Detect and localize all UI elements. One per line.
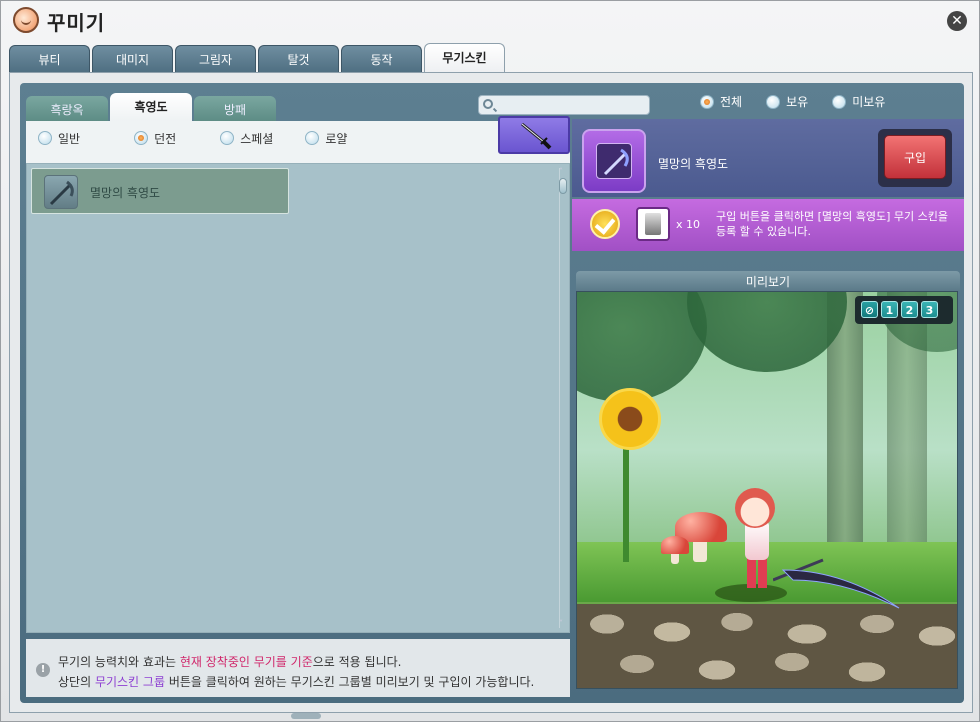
sunflower	[599, 388, 661, 450]
skin-list: 멸망의 흑영도 ˄ ˅	[26, 163, 570, 633]
filter-special[interactable]: 스페셜	[220, 130, 273, 147]
buy-button-frame: 구입	[878, 129, 952, 187]
notice-line2-post: 버튼을 클릭하여 원하는 무기스킨 그룹별 미리보기 및 구입이 가능합니다.	[165, 675, 535, 689]
scythe-icon	[49, 180, 74, 206]
weapon-skin-group-button[interactable]	[498, 116, 570, 154]
tab-beauty[interactable]: 뷰티	[9, 45, 90, 72]
skin-thumbnail	[44, 175, 78, 209]
sub-tab-bar: 흑랑옥 흑영도 방패	[26, 93, 276, 122]
character-head	[735, 488, 775, 528]
avatar-face-icon	[13, 7, 39, 33]
radio-dungeon[interactable]	[134, 131, 149, 145]
preview-title-bar: 미리보기	[576, 271, 960, 291]
check-badge-icon	[590, 209, 620, 239]
buy-button[interactable]: 구입	[884, 135, 946, 179]
filter-all[interactable]: 전체	[700, 93, 742, 110]
close-icon: ✕	[951, 13, 963, 29]
skin-icon	[582, 129, 646, 193]
preview-panel: 미리보기 ⊘ 1 2 3	[572, 263, 964, 703]
list-item[interactable]: 멸망의 흑영도	[31, 168, 289, 214]
view-button-3[interactable]: 3	[921, 301, 938, 318]
view-button-2[interactable]: 2	[901, 301, 918, 318]
skin-name: 멸망의 흑영도	[658, 157, 729, 171]
filter-royal[interactable]: 로얄	[305, 130, 347, 147]
notice-line2-highlight: 무기스킨 그룹	[94, 675, 165, 689]
mushroom	[661, 536, 689, 554]
scythe-icon	[596, 143, 632, 179]
title-bar: 꾸미기 ✕	[1, 1, 979, 41]
subtab-shield[interactable]: 방패	[194, 96, 276, 122]
radio-not-owned[interactable]	[832, 94, 847, 109]
cost-count: x 10	[676, 218, 701, 231]
filter-not-owned[interactable]: 미보유	[832, 93, 885, 110]
tab-damage[interactable]: 대미지	[92, 45, 173, 72]
preview-scene: ⊘ 1 2 3	[576, 291, 958, 689]
coupon-icon	[636, 207, 670, 241]
filter-normal-label: 일반	[58, 131, 81, 146]
tab-mount[interactable]: 탈것	[258, 45, 339, 72]
close-button[interactable]: ✕	[947, 11, 967, 31]
filter-all-label: 전체	[720, 95, 743, 109]
notice-line-2: 상단의 무기스킨 그룹 버튼을 클릭하여 원하는 무기스킨 그룹별 미리보기 및…	[58, 673, 534, 690]
search-icon	[483, 99, 493, 109]
scroll-thumb[interactable]	[559, 178, 567, 194]
scroll-down-arrow[interactable]: ˅	[559, 620, 567, 628]
inner-frame: 흑랑옥 흑영도 방패 전체 보유 미보유 일반 던전 스페셜 로얄 멸망의 흑영…	[20, 83, 964, 703]
cost-description: 구입 버튼을 클릭하면 [멸망의 흑영도] 무기 스킨을 등록 할 수 있습니다…	[716, 210, 948, 238]
main-tab-bar: 뷰티 대미지 그림자 탈것 동작 무기스킨	[9, 43, 505, 72]
sunflower-stem	[623, 432, 629, 562]
resize-handle[interactable]	[291, 713, 321, 719]
hide-weapon-button[interactable]: ⊘	[861, 301, 878, 318]
filter-owned-label: 보유	[786, 95, 809, 109]
tab-shadow[interactable]: 그림자	[175, 45, 256, 72]
filter-special-label: 스페셜	[240, 131, 274, 146]
filter-dungeon-label: 던전	[154, 131, 177, 146]
filter-royal-label: 로얄	[325, 131, 348, 146]
search-input[interactable]	[499, 97, 647, 113]
preview-title: 미리보기	[745, 275, 791, 289]
ownership-filter-group: 전체 보유 미보유	[700, 93, 885, 110]
radio-normal[interactable]	[38, 131, 52, 145]
filter-normal[interactable]: 일반	[38, 130, 80, 147]
character-legs	[747, 558, 767, 588]
view-button-1[interactable]: 1	[881, 301, 898, 318]
window-title: 꾸미기	[47, 11, 106, 35]
radio-special[interactable]	[220, 131, 235, 145]
filter-dungeon[interactable]: 던전	[134, 130, 176, 147]
content-frame: 흑랑옥 흑영도 방패 전체 보유 미보유 일반 던전 스페셜 로얄 멸망의 흑영…	[9, 72, 973, 713]
skin-detail-header: 멸망의 흑영도 구입	[572, 119, 964, 197]
tab-emote[interactable]: 동작	[341, 45, 422, 72]
view-controls: ⊘ 1 2 3	[855, 296, 953, 324]
list-item-label: 멸망의 흑영도	[90, 186, 161, 200]
scroll-up-arrow[interactable]: ˄	[559, 168, 567, 176]
notice-line1-pre: 무기의 능력치와 효과는	[58, 655, 180, 669]
exclamation-icon: !	[36, 663, 50, 677]
radio-royal[interactable]	[305, 131, 320, 145]
filter-owned[interactable]: 보유	[766, 93, 808, 110]
customize-window: 꾸미기 ✕ 뷰티 대미지 그림자 탈것 동작 무기스킨 흑랑옥 흑영도 방패 전…	[0, 0, 980, 722]
tab-weapon-skin[interactable]: 무기스킨	[424, 43, 505, 72]
radio-all[interactable]	[700, 94, 714, 109]
scythe-weapon	[773, 558, 900, 609]
subtab-black-shadow-blade[interactable]: 흑영도	[110, 93, 192, 122]
search-box[interactable]	[478, 95, 650, 115]
subtab-black-wolf-jade[interactable]: 흑랑옥	[26, 96, 108, 122]
type-filter-group: 일반 던전 스페셜 로얄	[26, 121, 498, 155]
no-icon: ⊘	[864, 304, 875, 317]
leaf-cluster	[687, 292, 847, 372]
stone-wall	[577, 604, 957, 688]
notice-line1-highlight: 현재 장착중인 무기를 기준	[179, 655, 313, 669]
skin-list-panel: 일반 던전 스페셜 로얄 멸망의 흑영도 ˄ ˅	[26, 116, 570, 633]
cost-bar: x 10 구입 버튼을 클릭하면 [멸망의 흑영도] 무기 스킨을 등록 할 수…	[572, 199, 964, 251]
notice-panel: ! 무기의 능력치와 효과는 현재 장착중인 무기를 기준으로 적용 됩니다. …	[26, 639, 570, 697]
notice-line-1: 무기의 능력치와 효과는 현재 장착중인 무기를 기준으로 적용 됩니다.	[58, 653, 401, 670]
katana-icon	[521, 122, 552, 150]
filter-not-owned-label: 미보유	[852, 95, 886, 109]
radio-owned[interactable]	[766, 94, 781, 109]
notice-line2-pre: 상단의	[58, 675, 95, 689]
list-scrollbar[interactable]: ˄ ˅	[559, 168, 567, 628]
notice-line1-post: 으로 적용 됩니다.	[312, 655, 402, 669]
